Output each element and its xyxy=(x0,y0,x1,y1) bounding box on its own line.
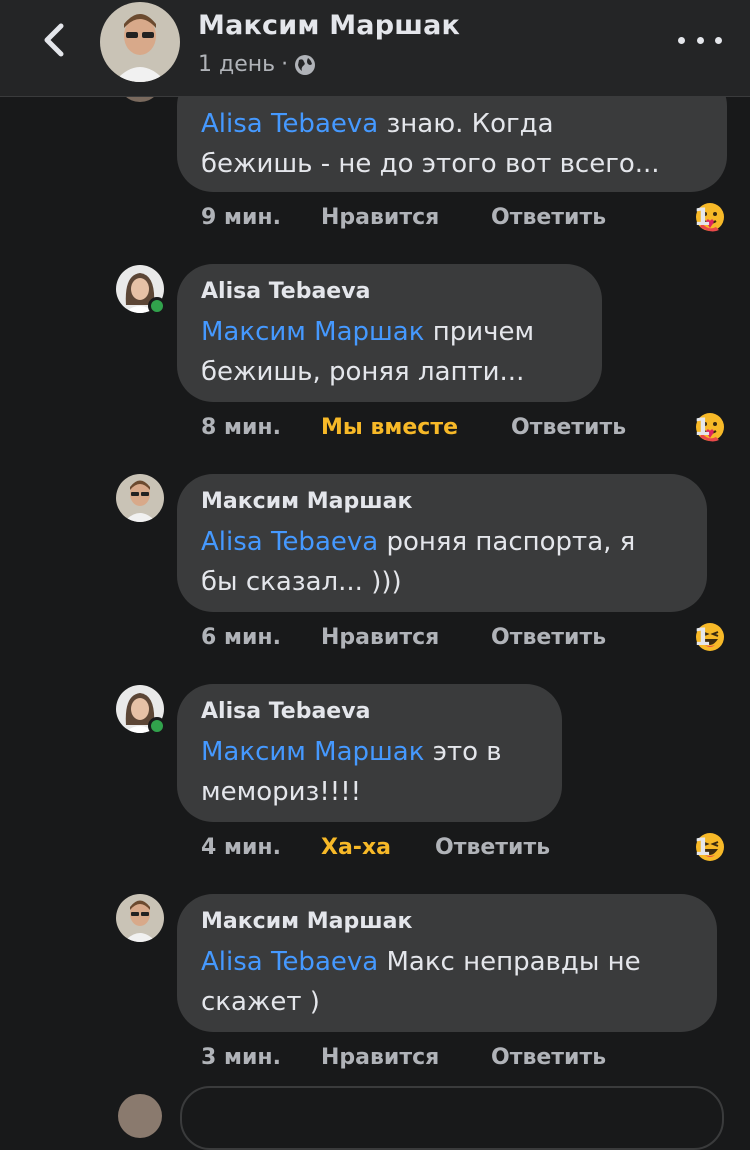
like-button[interactable]: Нравится xyxy=(321,623,439,653)
comment-text: Alisa Tebaeva знаю. Когда бежишь - не до… xyxy=(201,109,660,179)
comment-actions: 8 мин. Мы вместе Ответить 1 xyxy=(0,413,750,443)
reaction-count[interactable]: 1 xyxy=(694,201,726,233)
more-options-button[interactable] xyxy=(678,30,722,50)
author-avatar[interactable] xyxy=(100,2,180,82)
post-header: Максим Маршак 1 день · xyxy=(0,0,750,97)
comment-time[interactable]: 9 мин. xyxy=(201,203,281,233)
post-time[interactable]: 1 день xyxy=(198,52,275,77)
comment-text: Alisa Tebaeva Макс неправды не скажет ) xyxy=(201,947,641,1017)
reply-button[interactable]: Ответить xyxy=(491,203,606,233)
comment-time[interactable]: 4 мин. xyxy=(201,833,281,863)
mention-link[interactable]: Alisa Tebaeva xyxy=(201,947,378,977)
meta-separator: · xyxy=(281,52,289,77)
mention-link[interactable]: Максим Маршак xyxy=(201,737,424,767)
comment-actions: 6 мин. Нравится Ответить 1 xyxy=(0,623,750,653)
reaction-button[interactable]: Мы вместе xyxy=(321,413,458,443)
comment-author[interactable]: Alisa Tebaeva xyxy=(201,698,538,726)
reply-button[interactable]: Ответить xyxy=(435,833,550,863)
comment-author[interactable]: Максим Маршак xyxy=(201,908,693,936)
comment-time[interactable]: 8 мин. xyxy=(201,413,281,443)
author-name[interactable]: Максим Маршак xyxy=(198,10,460,41)
comment-text: Максим Маршак это в мемориз!!!! xyxy=(201,737,502,807)
back-button[interactable] xyxy=(34,20,74,60)
reply-button[interactable]: Ответить xyxy=(491,1043,606,1073)
comment-actions: 9 мин. Нравится Ответить 1 xyxy=(0,203,750,233)
reaction-count[interactable]: 1 xyxy=(694,411,726,443)
reaction-button[interactable]: Ха-ха xyxy=(321,833,391,863)
chevron-left-icon xyxy=(44,23,64,57)
like-button[interactable]: Нравится xyxy=(321,203,439,233)
reaction-count[interactable]: 1 xyxy=(694,831,726,863)
comment-bubble: Максим Маршак Alisa Tebaeva роняя паспор… xyxy=(177,474,707,612)
comment-time[interactable]: 3 мин. xyxy=(201,1043,281,1073)
reaction-count[interactable]: 1 xyxy=(694,621,726,653)
comment-author[interactable]: Максим Маршак xyxy=(201,488,683,516)
comment-text: Alisa Tebaeva роняя паспорта, я бы сказа… xyxy=(201,527,636,597)
mention-link[interactable]: Максим Маршак xyxy=(201,317,424,347)
comment-bubble: Alisa Tebaeva Максим Маршак причем бежиш… xyxy=(177,264,602,402)
comment-text: Максим Маршак причем бежишь, роняя лапти… xyxy=(201,317,535,387)
reply-button[interactable]: Ответить xyxy=(511,413,626,443)
like-button[interactable]: Нравится xyxy=(321,1043,439,1073)
mention-link[interactable]: Alisa Tebaeva xyxy=(201,109,378,139)
reply-input[interactable] xyxy=(180,1086,724,1150)
post-meta: 1 день · xyxy=(198,52,316,77)
comment-bubble: Alisa Tebaeva Максим Маршак это в мемори… xyxy=(177,684,562,822)
mention-link[interactable]: Alisa Tebaeva xyxy=(201,527,378,557)
comment-actions: 4 мин. Ха-ха Ответить 1 xyxy=(0,833,750,863)
comment-time[interactable]: 6 мин. xyxy=(201,623,281,653)
online-status-indicator xyxy=(148,717,166,735)
globe-icon xyxy=(295,54,316,75)
more-dots-icon xyxy=(678,36,685,44)
comment-actions: 3 мин. Нравится Ответить xyxy=(0,1043,750,1073)
commenter-avatar[interactable] xyxy=(116,894,164,942)
commenter-avatar[interactable] xyxy=(116,474,164,522)
reply-button[interactable]: Ответить xyxy=(491,623,606,653)
online-status-indicator xyxy=(148,297,166,315)
comment-bubble: Максим Маршак Alisa Tebaeva Макс неправд… xyxy=(177,894,717,1032)
comment-author[interactable]: Alisa Tebaeva xyxy=(201,278,578,306)
